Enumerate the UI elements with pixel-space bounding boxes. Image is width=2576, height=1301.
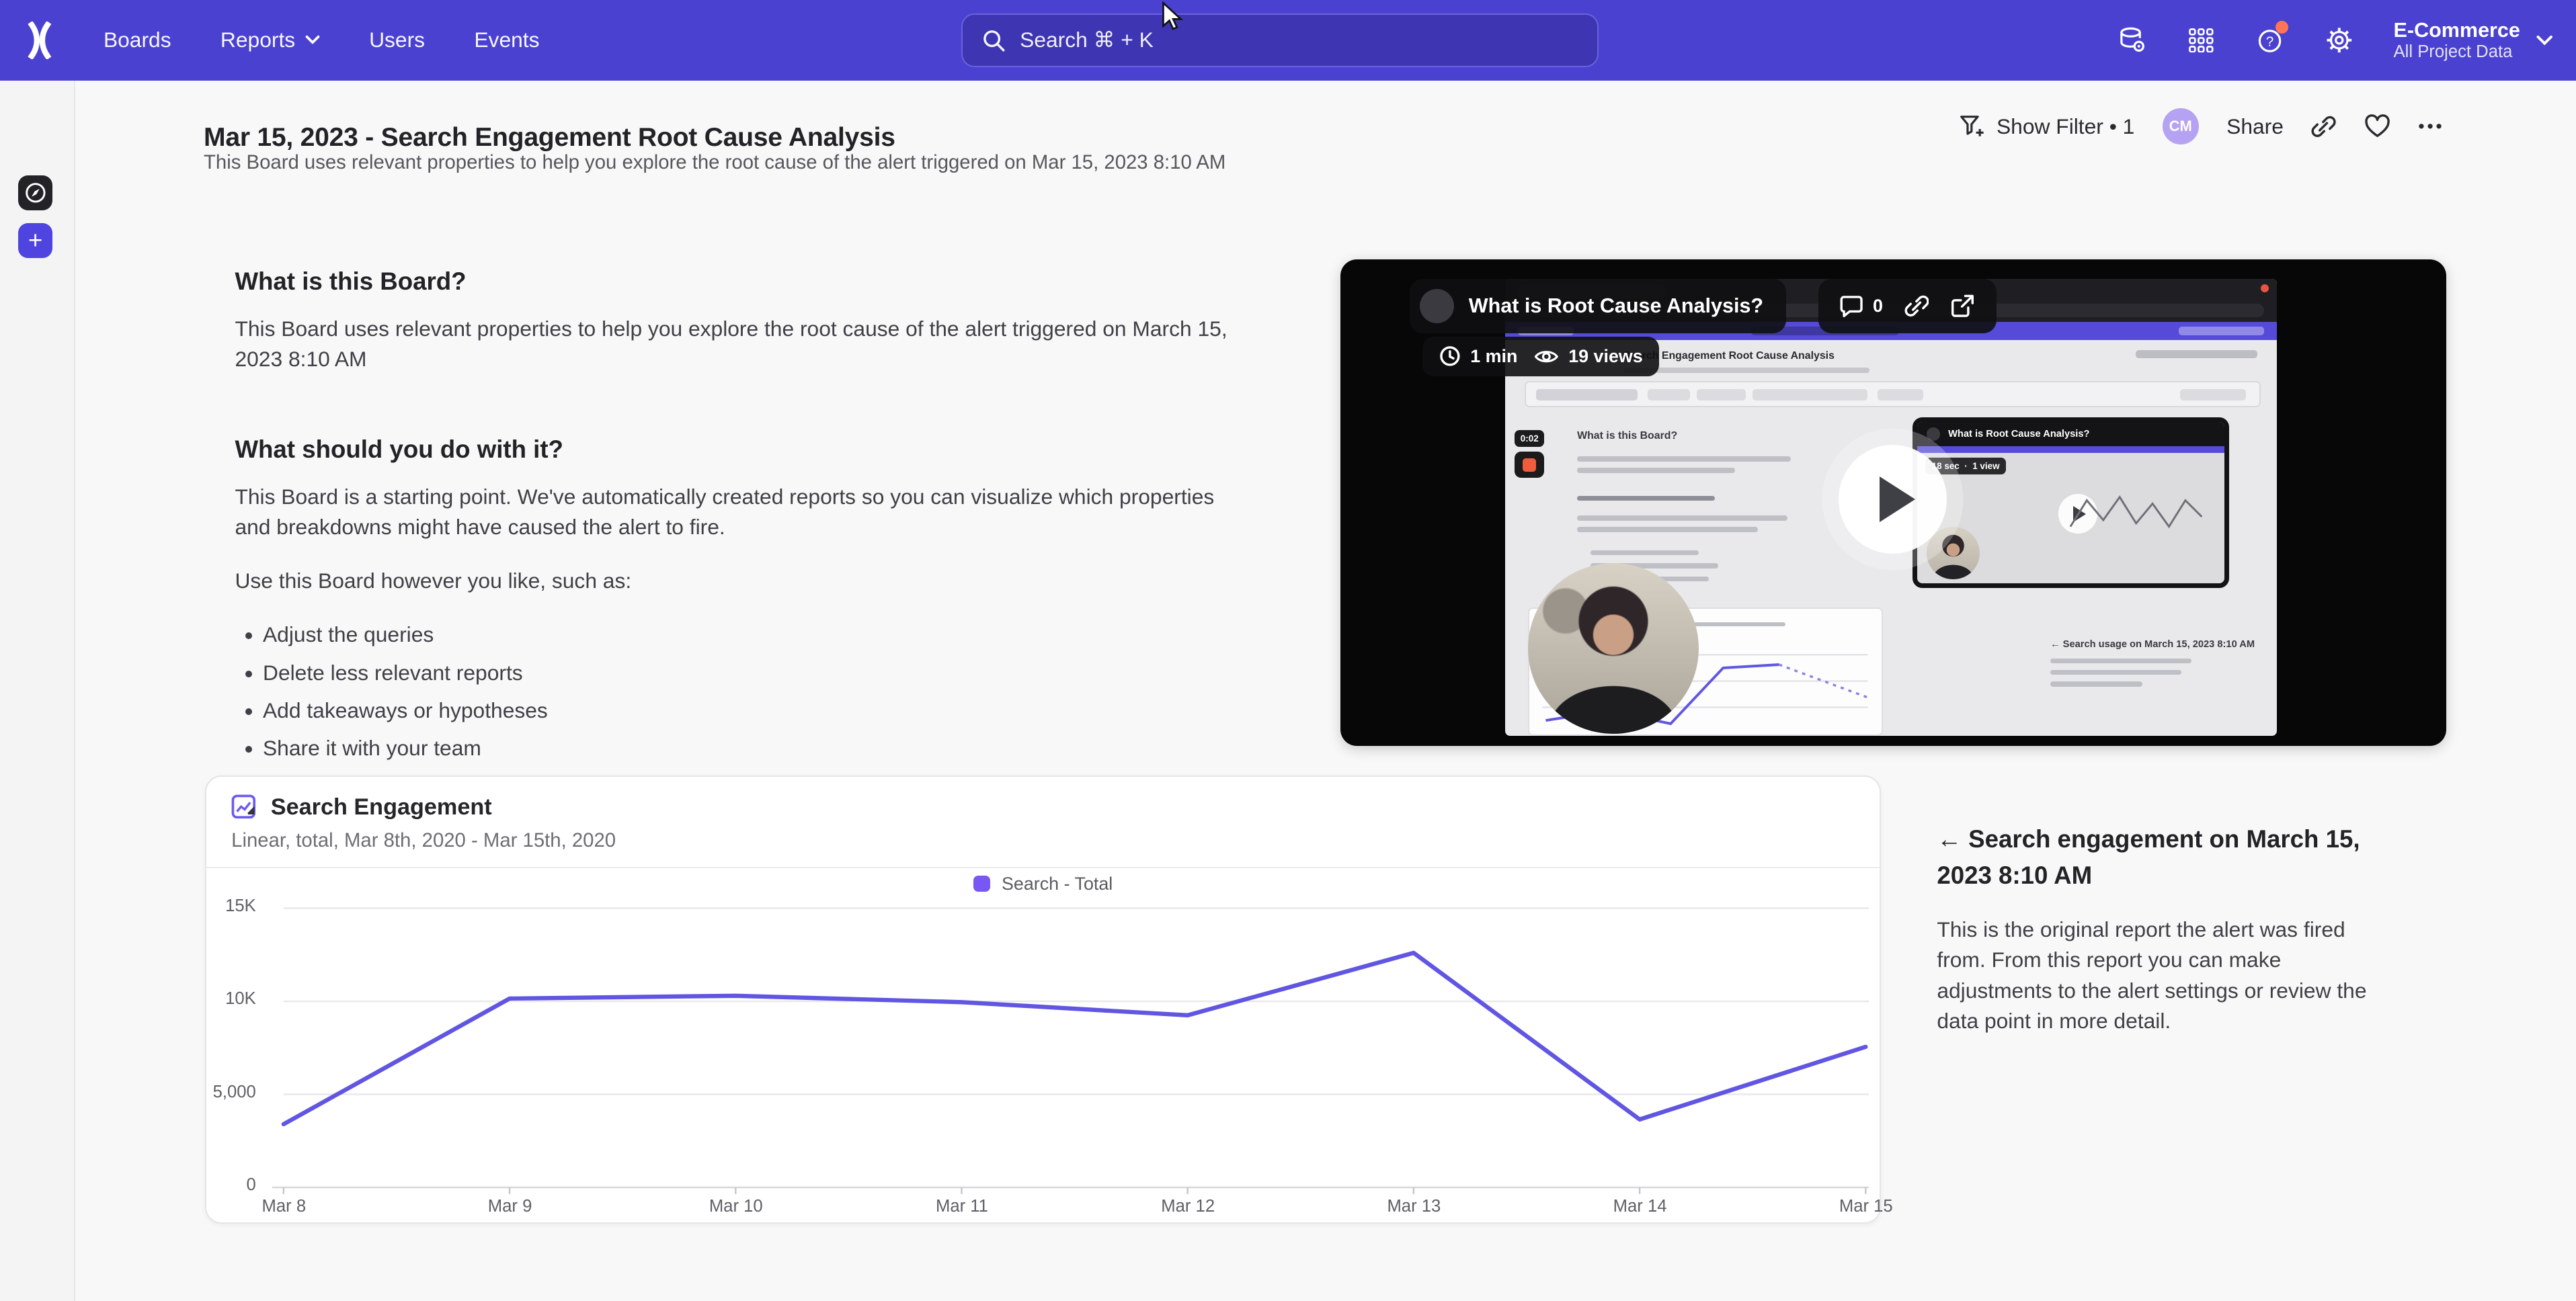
mouse-cursor: [1162, 1, 1183, 32]
recorder-time: 0:02: [1515, 430, 1544, 447]
copy-link-button[interactable]: [2311, 114, 2336, 139]
annotation-body: This is the original report the alert wa…: [1937, 915, 2384, 1036]
presenter-webcam: [1528, 563, 1699, 734]
video-title: What is Root Cause Analysis?: [1469, 294, 1763, 318]
more-options-button[interactable]: •••: [2418, 116, 2444, 137]
comment-count: 0: [1873, 296, 1883, 317]
project-selector[interactable]: E-Commerce All Project Data: [2394, 19, 2553, 62]
nav-item-users[interactable]: Users: [369, 28, 425, 52]
project-name: E-Commerce: [2394, 19, 2520, 42]
section-body: This Board is a starting point. We've au…: [235, 482, 1245, 542]
primary-nav: Boards Reports Users Events: [104, 0, 540, 81]
board-subtitle: This Board uses relevant properties to h…: [204, 151, 1225, 174]
board-text-card: What is this Board? This Board uses rele…: [235, 267, 1245, 771]
mini-note-heading: ← Search usage on March 15, 2023 8:10 AM: [2050, 639, 2255, 650]
left-rail: +: [0, 81, 75, 1301]
video-stats: 1 min 19 views: [1422, 337, 1659, 376]
heart-icon: [2364, 114, 2390, 139]
navbar-right: ? E-Commerce All Pro: [2118, 0, 2553, 81]
show-filter-label: Show Filter • 1: [1997, 114, 2134, 139]
nav-item-events[interactable]: Events: [474, 28, 539, 52]
report-card-search-engagement: Search Engagement Linear, total, Mar 8th…: [205, 775, 1881, 1224]
comment-icon[interactable]: [1840, 295, 1865, 318]
external-link-icon[interactable]: [1950, 294, 1975, 319]
record-stop-icon: [1515, 452, 1544, 478]
nested-webcam: [1927, 527, 1979, 579]
suggestions-list: Adjust the queries Delete less relevant …: [235, 620, 1245, 763]
list-intro: Use this Board however you like, such as…: [235, 566, 1245, 596]
clock-icon: [1439, 345, 1461, 367]
plus-icon: +: [28, 228, 42, 253]
video-views: 19 views: [1568, 346, 1643, 367]
search-input[interactable]: Search ⌘ + K: [961, 13, 1599, 68]
list-item: Share it with your team: [263, 734, 1245, 763]
play-button[interactable]: [1839, 445, 1947, 553]
y-axis-label: 0: [206, 1175, 255, 1195]
video-player[interactable]: Search Engagement Root Cause Analysis Wh…: [1340, 259, 2446, 745]
share-button[interactable]: Share: [2226, 114, 2284, 139]
x-axis-label: Mar 8: [218, 1197, 350, 1216]
x-axis-label: Mar 9: [444, 1197, 576, 1216]
link-icon[interactable]: [1904, 294, 1929, 319]
chevron-down-icon: [305, 34, 320, 46]
x-axis-label: Mar 12: [1122, 1197, 1254, 1216]
list-item: Adjust the queries: [263, 620, 1245, 650]
section-heading: What is this Board?: [235, 267, 1245, 296]
x-axis-label: Mar 10: [670, 1197, 802, 1216]
recording-dot: [2261, 284, 2269, 292]
nav-item-boards[interactable]: Boards: [104, 28, 171, 52]
section-body: This Board uses relevant properties to h…: [235, 314, 1245, 374]
nav-item-reports[interactable]: Reports: [220, 28, 320, 52]
help-icon[interactable]: ?: [2255, 26, 2285, 55]
create-new-button[interactable]: +: [18, 223, 52, 257]
boards-home-button[interactable]: [18, 175, 52, 210]
mini-date-toolbar: [1525, 381, 2261, 407]
list-item: Add takeaways or hypotheses: [263, 696, 1245, 726]
favorite-button[interactable]: [2364, 114, 2390, 139]
notification-dot: [2276, 21, 2289, 34]
x-axis-label: Mar 13: [1349, 1197, 1480, 1216]
link-icon: [2311, 114, 2336, 139]
svg-text:?: ?: [2265, 34, 2273, 49]
screen-recorder-widget: 0:02: [1515, 430, 1544, 478]
board-title[interactable]: Mar 15, 2023 - Search Engagement Root Ca…: [204, 123, 895, 153]
y-axis-label: 15K: [206, 896, 255, 916]
filter-plus-icon: [1959, 114, 1985, 139]
video-duration: 1 min: [1470, 346, 1517, 367]
y-axis-label: 5,000: [206, 1083, 255, 1102]
annotation-heading: ← Search engagement on March 15, 2023 8:…: [1937, 821, 2384, 894]
data-management-icon[interactable]: [2118, 26, 2147, 55]
top-navbar: Boards Reports Users Events Search ⌘ + K: [0, 0, 2576, 81]
nested-video-title: What is Root Cause Analysis?: [1948, 429, 2089, 439]
chevron-down-icon: [2536, 34, 2552, 47]
mixpanel-logo[interactable]: [22, 22, 58, 59]
mixpanel-logo-icon: [22, 22, 58, 59]
x-axis-label: Mar 15: [1800, 1197, 1932, 1216]
presenter-avatar: [1420, 289, 1454, 323]
video-title-bar[interactable]: What is Root Cause Analysis?: [1410, 279, 1786, 333]
project-scope: All Project Data: [2394, 42, 2513, 62]
nested-video-frame: What is Root Cause Analysis? 18 sec · 1 …: [1913, 417, 2230, 588]
mini-section-heading: What is this Board?: [1577, 430, 1677, 442]
line-chart[interactable]: [206, 777, 1882, 1225]
compass-icon: [25, 182, 46, 204]
search-icon: [982, 29, 1005, 52]
show-filter-button[interactable]: Show Filter • 1: [1959, 114, 2135, 139]
user-avatar[interactable]: CM: [2163, 108, 2199, 144]
search-placeholder: Search ⌘ + K: [1020, 28, 1154, 52]
apps-grid-icon[interactable]: [2187, 26, 2216, 55]
y-axis-label: 10K: [206, 989, 255, 1009]
x-axis-label: Mar 11: [896, 1197, 1028, 1216]
app: Boards Reports Users Events Search ⌘ + K: [0, 0, 2576, 1301]
video-actions: 0: [1818, 279, 1996, 333]
eye-icon: [1534, 347, 1559, 366]
list-item: Delete less relevant reports: [263, 659, 1245, 688]
board-controls: Show Filter • 1 CM Share •••: [1959, 108, 2445, 144]
section-heading: What should you do with it?: [235, 435, 1245, 464]
x-axis-label: Mar 14: [1574, 1197, 1706, 1216]
annotation-card: ← Search engagement on March 15, 2023 8:…: [1937, 821, 2384, 1036]
settings-gear-icon[interactable]: [2325, 26, 2354, 55]
